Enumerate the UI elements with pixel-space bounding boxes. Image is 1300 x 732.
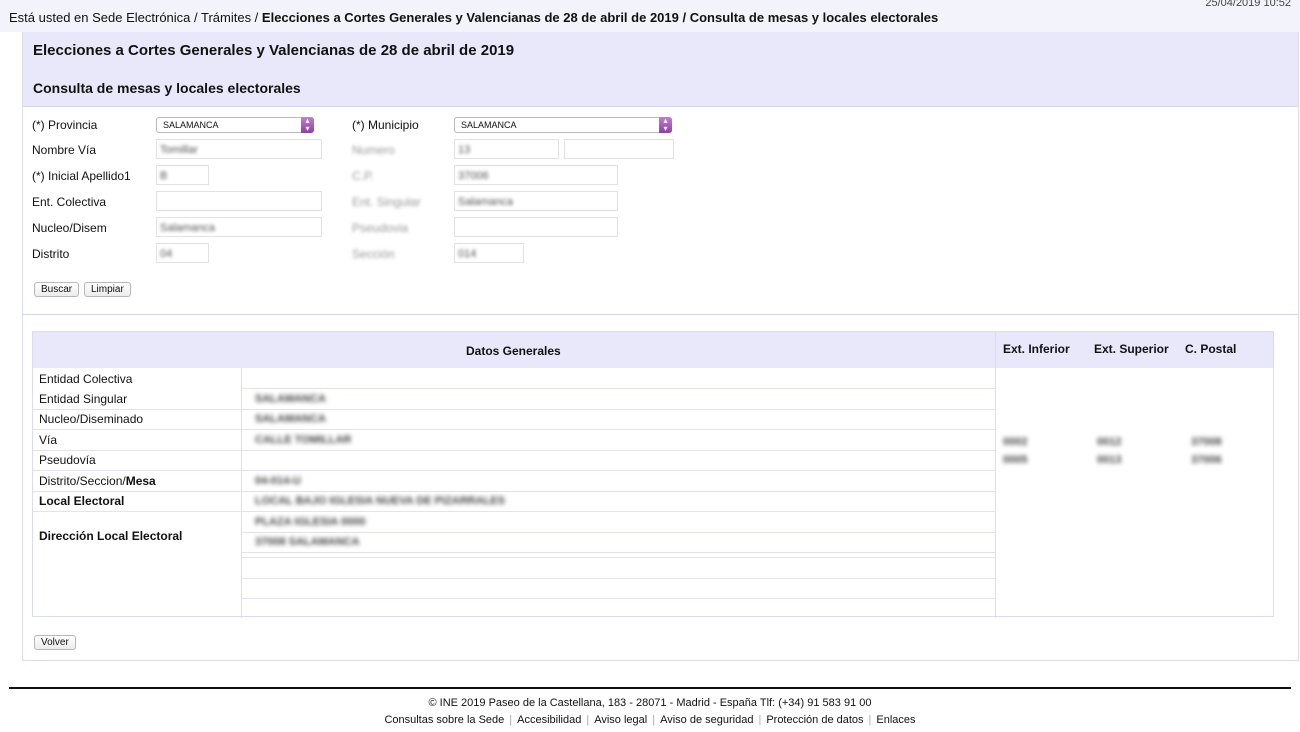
nombre-via-input[interactable]: Tomillar [156, 139, 322, 159]
footer-link-aviso-seguridad[interactable]: Aviso de seguridad [655, 714, 758, 726]
chevron-updown-icon: ▴ ▾ [659, 117, 672, 133]
top-bar: Está usted en Sede Electrónica / Trámite… [0, 0, 1300, 32]
provincia-label: (*) Provincia [32, 118, 98, 132]
main-panel: Elecciones a Cortes Generales y Valencia… [22, 32, 1299, 661]
row-label-entidad-singular: Entidad Singular [39, 392, 128, 406]
footer-link-accesibilidad[interactable]: Accesibilidad [512, 714, 586, 726]
seccion-input[interactable]: 014 [454, 243, 524, 263]
ext-superior-2: 0013 [1097, 454, 1122, 466]
breadcrumb-current: Elecciones a Cortes Generales y Valencia… [261, 10, 939, 25]
row-value-nucleo: SALAMANCA [255, 413, 326, 425]
row-value-direccion-1: PLAZA IGLESIA 0000 [255, 516, 366, 528]
inicial-apellido-label: (*) Inicial Apellido1 [32, 169, 131, 183]
cp-label: C.P. [352, 169, 374, 183]
header-datos-generales: Datos Generales [466, 344, 561, 358]
nucleo-label: Nucleo/Disem [32, 221, 107, 235]
header-c-postal: C. Postal [1185, 342, 1237, 356]
page-title-bar: Elecciones a Cortes Generales y Valencia… [23, 32, 1298, 71]
ent-colectiva-label: Ent. Colectiva [32, 195, 107, 209]
footer-link-enlaces[interactable]: Enlaces [871, 714, 920, 726]
municipio-label: (*) Municipio [352, 118, 419, 132]
row-value-local-electoral: LOCAL BAJO IGLESIA NUEVA DE PIZARRALES [255, 495, 505, 507]
row-value-distrito: 04-014-U [255, 475, 301, 487]
results-table: Datos Generales Ext. Inferior Ext. Super… [32, 331, 1274, 618]
footer-link-proteccion-datos[interactable]: Protección de datos [761, 714, 868, 726]
row-value-direccion-2: 37008 SALAMANCA [255, 536, 360, 548]
page-title: Elecciones a Cortes Generales y Valencia… [33, 42, 515, 59]
ent-singular-label: Ent. Singular [352, 195, 421, 209]
numero-input[interactable]: 13 [454, 139, 559, 159]
row-label-local-electoral: Local Electoral [39, 494, 125, 508]
distrito-input[interactable]: 04 [156, 243, 209, 263]
footer-divider [9, 687, 1291, 689]
ext-inferior-1: 0002 [1003, 436, 1028, 448]
header-ext-superior: Ext. Superior [1094, 342, 1169, 356]
footer-link-aviso-legal[interactable]: Aviso legal [589, 714, 652, 726]
ent-colectiva-input[interactable] [156, 191, 322, 211]
datetime: 25/04/2019 10:52 [1205, 0, 1291, 9]
pseudovia-label: Pseudovia [352, 221, 409, 235]
footer-info: © INE 2019 Paseo de la Castellana, 183 -… [428, 697, 872, 709]
limpiar-button[interactable]: Limpiar [84, 282, 131, 297]
ext-inferior-2: 0005 [1003, 454, 1028, 466]
row-value-entidad-singular: SALAMANCA [255, 393, 326, 405]
footer-link-consultas[interactable]: Consultas sobre la Sede [379, 714, 509, 726]
numero-label: Numero [352, 143, 395, 157]
cp-input[interactable]: 37006 [454, 165, 618, 185]
inicial-apellido-input[interactable]: B [156, 165, 209, 185]
nucleo-input[interactable]: Salamanca [156, 217, 322, 237]
footer-links: Consultas sobre la Sede | Accesibilidad | Av… [0, 714, 1300, 726]
buscar-button[interactable]: Buscar [34, 282, 80, 297]
seccion-label: Sección [352, 247, 395, 261]
page-subtitle: Consulta de mesas y locales electorales [33, 80, 301, 96]
ext-superior-1: 0012 [1097, 436, 1122, 448]
distrito-label: Distrito [32, 247, 70, 261]
row-label-nucleo: Nucleo/Diseminado [39, 412, 144, 426]
provincia-select[interactable]: SALAMANCA ▴ ▾ [156, 117, 314, 133]
header-ext-inferior: Ext. Inferior [1003, 342, 1070, 356]
chevron-updown-icon: ▴ ▾ [301, 117, 314, 133]
breadcrumb: Está usted en Sede Electrónica / Trámite… [9, 10, 938, 25]
pseudovia-input[interactable] [454, 217, 618, 237]
breadcrumb-prefix[interactable]: Está usted en Sede Electrónica / Trámite… [9, 10, 262, 25]
divider [23, 314, 1298, 315]
c-postal-1: 37008 [1191, 436, 1222, 448]
volver-button[interactable]: Volver [34, 635, 76, 650]
row-label-entidad-colectiva: Entidad Colectiva [39, 372, 133, 386]
row-label-pseudovia: Pseudovía [39, 453, 96, 467]
c-postal-2: 37006 [1191, 454, 1222, 466]
page-subtitle-bar: Consulta de mesas y locales electorales [23, 71, 1298, 107]
nombre-via-label: Nombre Vía [32, 143, 97, 157]
row-value-via: CALLE TOMILLAR [255, 434, 352, 446]
row-label-distrito: Distrito/Seccion/Mesa [39, 474, 156, 488]
row-label-via: Vía [39, 433, 58, 447]
ent-singular-input[interactable]: Salamanca [454, 191, 618, 211]
row-label-direccion: Dirección Local Electoral [39, 529, 183, 543]
municipio-select[interactable]: SALAMANCA ▴ ▾ [454, 117, 672, 133]
numero-extra-input[interactable] [564, 139, 674, 159]
